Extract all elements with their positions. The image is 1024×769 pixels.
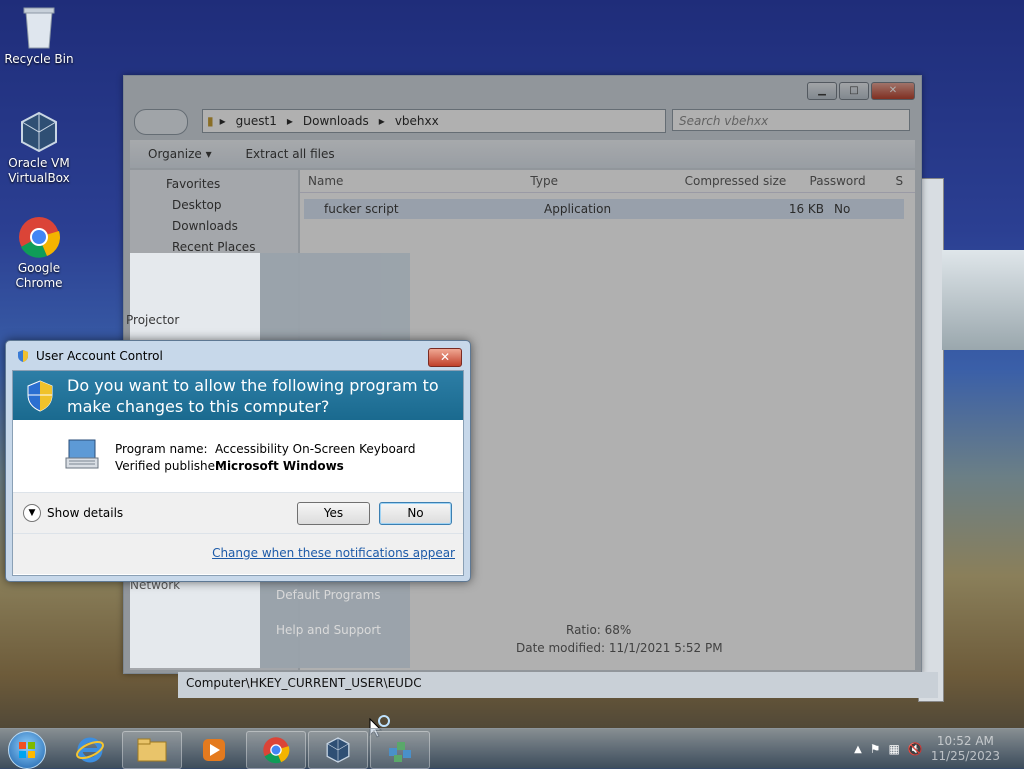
breadcrumb-vbehxx[interactable]: vbehxx: [395, 114, 439, 128]
nav-item-desktop[interactable]: Desktop: [130, 195, 298, 216]
nav-item-favorites[interactable]: Favorites: [130, 174, 298, 195]
uac-program-info: Program name: Accessibility On-Screen Ke…: [13, 420, 463, 493]
registry-editor-icon: [389, 742, 411, 762]
uac-title-bar: User Account Control: [16, 349, 163, 363]
recycle-bin-icon: [17, 6, 61, 50]
uac-dialog: User Account Control ✕ Do you want to al…: [5, 340, 471, 582]
breadcrumb-sep-icon: ▸: [286, 114, 293, 128]
start-button[interactable]: [8, 731, 46, 769]
no-button[interactable]: No: [379, 502, 452, 525]
uac-close-button[interactable]: ✕: [428, 348, 462, 367]
column-name[interactable]: Name: [300, 170, 522, 192]
breadcrumb-sep-icon: ▸: [219, 114, 226, 128]
minimize-button[interactable]: ▁: [807, 82, 837, 100]
uac-button-row: ▼ Show details Yes No: [13, 493, 463, 534]
network-icon[interactable]: ▦: [889, 742, 900, 756]
change-notifications-link[interactable]: Change when these notifications appear: [212, 546, 455, 560]
program-name-label: Program name:: [115, 442, 208, 456]
on-screen-keyboard-icon: [65, 439, 99, 469]
virtualbox-icon: [326, 737, 350, 763]
column-password[interactable]: Password: [802, 170, 888, 192]
uac-link-row: Change when these notifications appear: [13, 534, 463, 574]
taskbar-virtualbox[interactable]: [308, 731, 368, 769]
clock-time: 10:52 AM: [936, 734, 994, 748]
column-headers: Name Type Compressed size Password S: [300, 170, 915, 193]
virtualbox-icon: [17, 110, 61, 154]
clock-date: 11/25/2023: [930, 749, 1000, 763]
taskbar-chrome[interactable]: [246, 731, 306, 769]
system-tray: ▲ ⚑ ▦ 🔇 10:52 AM 11/25/2023: [854, 729, 1024, 769]
show-hidden-icons-icon[interactable]: ▲: [854, 744, 862, 755]
maximize-button[interactable]: □: [839, 82, 869, 100]
table-row[interactable]: fucker script Application 16 KB No: [304, 199, 904, 219]
volume-muted-icon[interactable]: 🔇: [908, 742, 923, 756]
uac-title: User Account Control: [36, 349, 163, 363]
uac-banner: Do you want to allow the following progr…: [13, 371, 463, 420]
regedit-status-bar: Computer\HKEY_CURRENT_USER\EUDC: [178, 672, 938, 698]
breadcrumb-guest1[interactable]: guest1: [236, 114, 277, 128]
desktop-icon-label: Recycle Bin: [4, 52, 74, 66]
chrome-icon: [263, 737, 290, 764]
action-center-flag-icon[interactable]: ⚑: [870, 742, 881, 756]
extract-all-button[interactable]: Extract all files: [245, 147, 334, 161]
explorer-icon: [137, 738, 167, 762]
taskbar-internet-explorer[interactable]: [60, 731, 120, 769]
publisher-label: Verified publisher:: [115, 459, 224, 473]
search-input[interactable]: Search vbehxx: [672, 109, 910, 131]
back-forward-buttons[interactable]: [134, 109, 188, 135]
desktop-icon-chrome[interactable]: Google Chrome: [3, 215, 75, 291]
clock[interactable]: 10:52 AM 11/25/2023: [931, 734, 1000, 764]
desktop-icon-label: Oracle VM VirtualBox: [8, 156, 70, 185]
desktop-icon-label: Google Chrome: [15, 261, 63, 290]
show-details-toggle[interactable]: ▼ Show details: [23, 504, 123, 522]
organize-button[interactable]: Organize ▾: [148, 147, 212, 161]
column-compressed-size[interactable]: Compressed size: [677, 170, 802, 192]
command-bar: Organize ▾ Extract all files: [130, 140, 915, 168]
nav-item-downloads[interactable]: Downloads: [130, 216, 298, 237]
windows-logo-icon: [19, 742, 35, 758]
column-size[interactable]: S: [888, 170, 915, 192]
start-item-help: Help and Support: [276, 623, 381, 637]
publisher-value: Microsoft Windows: [215, 459, 344, 473]
folder-icon: ▮: [207, 114, 214, 128]
taskbar: ▲ ⚑ ▦ 🔇 10:52 AM 11/25/2023: [0, 728, 1024, 769]
show-details-label: Show details: [47, 506, 124, 520]
close-button[interactable]: ✕: [871, 82, 915, 100]
window-controls: ▁ □ ✕: [807, 82, 915, 100]
internet-explorer-icon: [76, 737, 104, 763]
file-name: fucker script: [324, 202, 399, 216]
breadcrumb-downloads[interactable]: Downloads: [303, 114, 369, 128]
uac-shield-large-icon: [27, 380, 53, 412]
start-item-default-programs: Default Programs: [276, 588, 381, 602]
taskbar-media-player[interactable]: [184, 731, 244, 769]
desktop-icon-virtualbox[interactable]: Oracle VM VirtualBox: [3, 110, 75, 186]
uac-shield-icon: [18, 350, 28, 362]
chrome-icon: [17, 215, 61, 259]
program-name-value: Accessibility On-Screen Keyboard: [215, 442, 416, 456]
uac-body: Do you want to allow the following progr…: [12, 370, 464, 576]
yes-button[interactable]: Yes: [297, 502, 370, 525]
chevron-down-icon: ▼: [23, 504, 41, 522]
file-type: Application: [544, 202, 612, 216]
status-ratio: Ratio: 68%: [566, 623, 632, 637]
file-size: 16 KB: [788, 202, 824, 216]
breadcrumb-sep-icon: ▸: [378, 114, 385, 128]
start-item-projector: Projector: [126, 313, 180, 327]
file-password: No: [834, 202, 851, 216]
desktop-icon-recycle-bin[interactable]: Recycle Bin: [3, 6, 75, 67]
background-scenery: [942, 250, 1024, 350]
media-player-icon: [203, 739, 225, 761]
taskbar-explorer[interactable]: [122, 731, 182, 769]
uac-question: Do you want to allow the following progr…: [67, 376, 439, 416]
column-type[interactable]: Type: [522, 170, 676, 192]
status-modified: Date modified: 11/1/2021 5:52 PM: [516, 641, 723, 655]
address-bar[interactable]: ▮ ▸ guest1 ▸ Downloads ▸ vbehxx: [202, 109, 666, 133]
taskbar-registry-editor[interactable]: [370, 731, 430, 769]
